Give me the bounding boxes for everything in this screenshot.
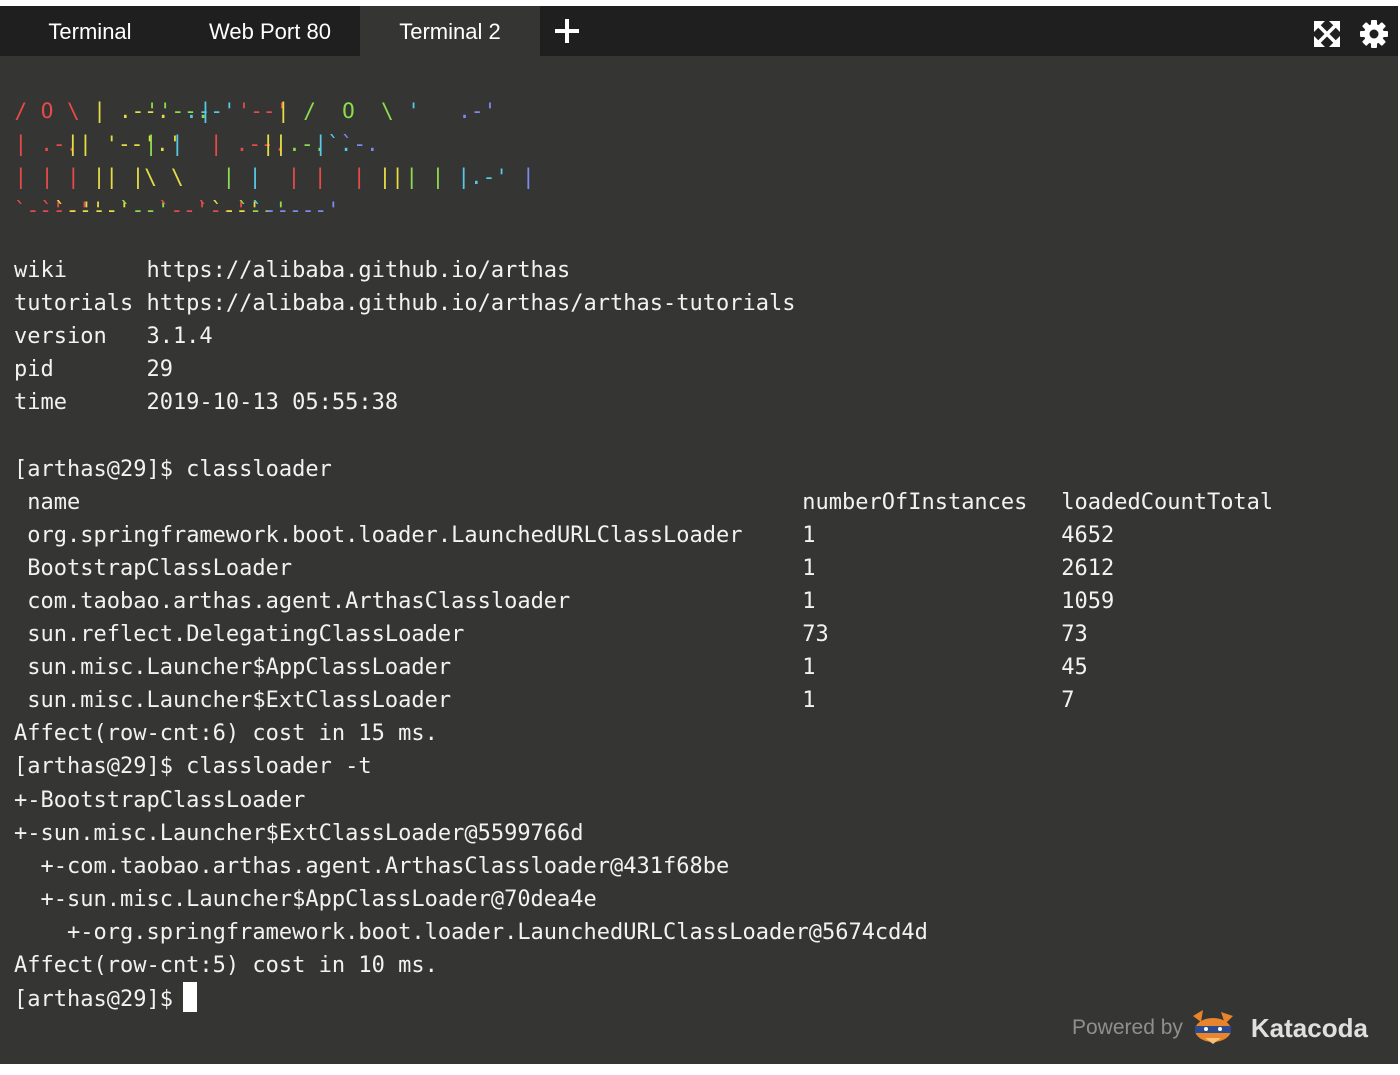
command-prompt: [arthas@29]$ classloader [14, 456, 332, 482]
cell-loaded-count: 7 [1061, 688, 1075, 714]
plus-icon[interactable] [550, 16, 580, 46]
affect-summary: Affect(row-cnt:5) cost in 10 ms. [14, 952, 438, 978]
header-loaded-count: loadedCountTotal [1061, 489, 1274, 515]
cell-loaded-count: 73 [1061, 622, 1088, 648]
cell-instances: 73 [802, 622, 829, 648]
cell-name: sun.misc.Launcher$AppClassLoader [27, 655, 452, 681]
expand-icon[interactable] [1312, 19, 1342, 49]
table-row: BootstrapClassLoader 1 2612 [14, 552, 1384, 585]
header-name: name [27, 489, 81, 515]
cell-instances: 1 [802, 522, 816, 548]
info-line-pid: pid 29 [14, 357, 173, 383]
powered-by-katacoda[interactable]: Powered by Katacoda [1072, 1010, 1368, 1046]
katacoda-brand: Katacoda [1250, 1012, 1368, 1043]
cell-loaded-count: 45 [1061, 655, 1088, 681]
affect-summary: Affect(row-cnt:6) cost in 15 ms. [14, 721, 438, 747]
cell-instances: 1 [802, 588, 816, 614]
table-row: org.springframework.boot.loader.Launched… [14, 519, 1384, 552]
terminal-window: Terminal Web Port 80 Terminal 2 / O \ | … [0, 6, 1398, 1064]
table-row: sun.misc.Launcher$ExtClassLoader 1 7 [14, 684, 1384, 717]
tree-line: +-BootstrapClassLoader [14, 787, 306, 813]
cell-loaded-count: 1059 [1061, 588, 1115, 614]
tree-line: +-org.springframework.boot.loader.Launch… [14, 919, 928, 945]
header-instances: numberOfInstances [802, 489, 1028, 515]
command-prompt: [arthas@29]$ [14, 987, 173, 1013]
info-line-version: version 3.1.4 [14, 324, 213, 350]
tab-bar: Terminal Web Port 80 Terminal 2 [0, 6, 1398, 56]
tab-terminal[interactable]: Terminal [0, 6, 180, 56]
tree-line: +-com.taobao.arthas.agent.ArthasClassloa… [14, 853, 730, 879]
info-line-tutorials: tutorials https://alibaba.github.io/arth… [14, 291, 796, 317]
text-cursor [182, 982, 197, 1013]
cell-instances: 1 [802, 655, 816, 681]
table-row: com.taobao.arthas.agent.ArthasClassloade… [14, 585, 1384, 618]
table-row: sun.reflect.DelegatingClassLoader 73 73 [14, 618, 1384, 651]
terminal-output[interactable]: wiki https://alibaba.github.io/arthas tu… [14, 56, 1384, 1015]
info-line-wiki: wiki https://alibaba.github.io/arthas [14, 258, 571, 283]
cell-loaded-count: 2612 [1061, 555, 1115, 581]
cell-instances: 1 [802, 555, 816, 581]
cell-instances: 1 [802, 688, 816, 714]
tab-web-port-80[interactable]: Web Port 80 [180, 6, 360, 56]
tree-line: +-sun.misc.Launcher$AppClassLoader@70dea… [14, 886, 597, 912]
command-prompt: [arthas@29]$ classloader -t [14, 754, 372, 780]
cell-name: sun.misc.Launcher$ExtClassLoader [27, 688, 452, 714]
info-line-time: time 2019-10-13 05:55:38 [14, 390, 399, 416]
table-header: name numberOfInstances loadedCountTotal [14, 486, 1384, 519]
cell-name: org.springframework.boot.loader.Launched… [27, 522, 743, 548]
table-row: sun.misc.Launcher$AppClassLoader 1 45 [14, 651, 1384, 684]
tab-terminal-2[interactable]: Terminal 2 [360, 6, 540, 56]
gear-icon[interactable] [1359, 19, 1389, 49]
cell-loaded-count: 4652 [1061, 522, 1115, 548]
katacoda-logo-icon [1192, 1010, 1233, 1044]
cell-name: sun.reflect.DelegatingClassLoader [27, 622, 465, 648]
cell-name: com.taobao.arthas.agent.ArthasClassloade… [27, 588, 571, 614]
tree-line: +-sun.misc.Launcher$ExtClassLoader@55997… [14, 820, 584, 846]
powered-by-label: Powered by [1072, 1016, 1183, 1039]
cell-name: BootstrapClassLoader [27, 555, 293, 581]
